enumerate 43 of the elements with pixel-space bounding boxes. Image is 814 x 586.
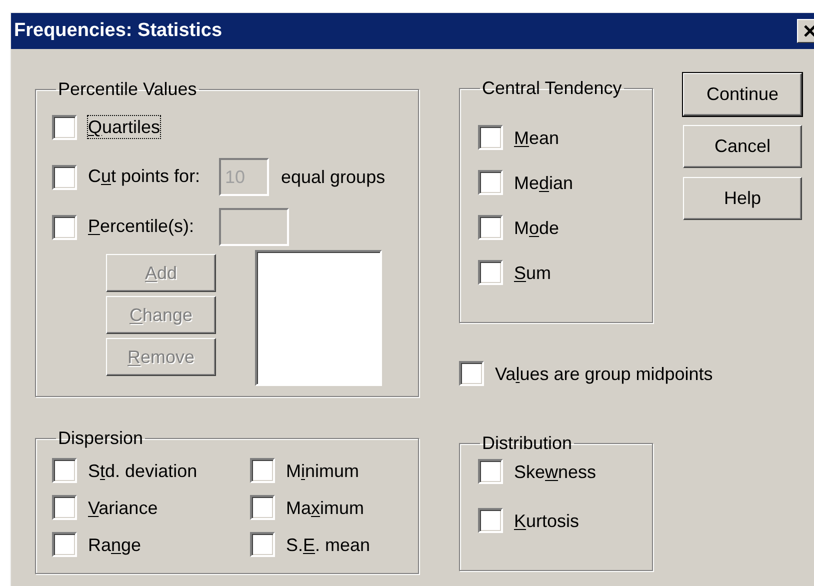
group-title: Distribution bbox=[481, 433, 574, 453]
group-title: Percentile Values bbox=[57, 79, 198, 99]
checkbox-label: Values are group midpoints bbox=[495, 362, 713, 384]
checkbox-label: Mean bbox=[514, 126, 560, 148]
checkbox-label: Range bbox=[88, 534, 142, 556]
checkbox[interactable] bbox=[478, 170, 503, 195]
checkbox[interactable] bbox=[52, 214, 77, 240]
checkbox-label: Cut points for: bbox=[88, 166, 200, 186]
checkbox[interactable] bbox=[52, 114, 77, 140]
checkbox-label: Percentile(s): bbox=[88, 216, 194, 236]
dialog-button[interactable]: Help bbox=[683, 177, 802, 220]
checkbox-label: Maximum bbox=[286, 496, 364, 518]
checkbox[interactable] bbox=[250, 532, 275, 557]
checkbox[interactable] bbox=[478, 260, 503, 285]
checkbox[interactable] bbox=[459, 361, 484, 386]
field-suffix: equal groups bbox=[281, 166, 386, 189]
group-title: Central Tendency bbox=[481, 78, 623, 98]
checkbox[interactable] bbox=[52, 495, 77, 520]
checkbox-label: Sum bbox=[514, 262, 552, 284]
checkbox-label: Std. deviation bbox=[88, 460, 198, 482]
group-title: Dispersion bbox=[57, 428, 144, 448]
checkbox[interactable] bbox=[52, 532, 77, 557]
checkbox-label: Quartiles bbox=[88, 116, 160, 138]
checkbox[interactable] bbox=[478, 125, 503, 150]
checkbox-label: S.E. mean bbox=[286, 534, 370, 556]
checkbox-label: Kurtosis bbox=[514, 510, 580, 532]
dialog-button[interactable]: Cancel bbox=[683, 125, 802, 168]
checkbox-label: Mode bbox=[514, 216, 560, 238]
checkbox[interactable] bbox=[52, 164, 77, 190]
checkbox-label: Median bbox=[514, 172, 574, 194]
dialog-button[interactable]: Continue bbox=[683, 73, 802, 116]
checkbox[interactable] bbox=[52, 458, 77, 483]
checkbox-label: Variance bbox=[88, 496, 158, 518]
close-icon bbox=[803, 24, 814, 38]
checkbox-label: Skewness bbox=[514, 460, 596, 482]
checkbox[interactable] bbox=[478, 459, 503, 484]
checkbox[interactable] bbox=[478, 215, 503, 240]
checkbox[interactable] bbox=[478, 508, 503, 533]
window-title: Frequencies: Statistics bbox=[14, 18, 222, 43]
checkbox[interactable] bbox=[250, 495, 275, 520]
checkbox[interactable] bbox=[250, 458, 275, 483]
checkbox-label: Minimum bbox=[286, 460, 360, 482]
percentile-list[interactable] bbox=[255, 250, 382, 386]
